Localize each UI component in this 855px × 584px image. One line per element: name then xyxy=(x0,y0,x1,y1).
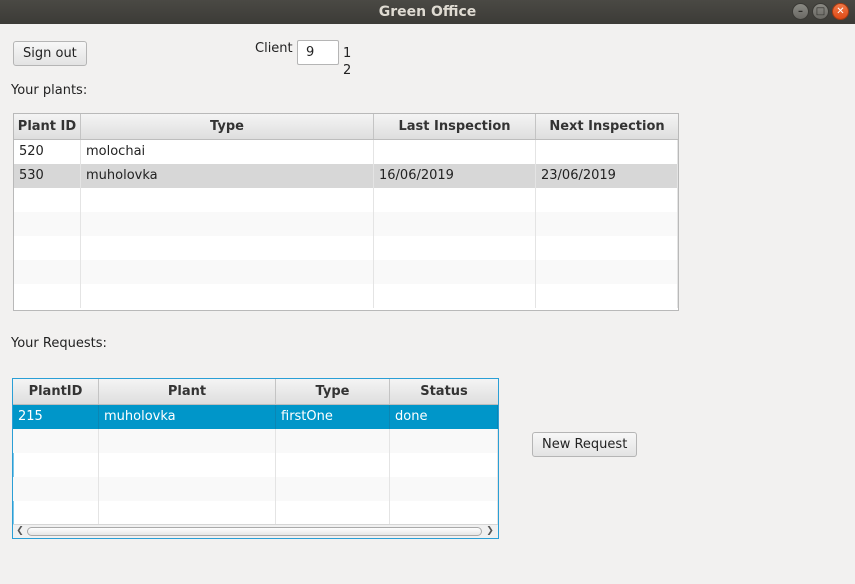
cell-last-inspection: 16/06/2019 xyxy=(374,164,536,188)
requests-table-body: 215 muholovka firstOne done xyxy=(13,405,498,525)
window-controls: – □ ✕ xyxy=(792,3,849,20)
window-titlebar: Green Office – □ ✕ xyxy=(0,0,855,24)
minimize-icon[interactable]: – xyxy=(792,3,809,20)
cell-plant-id: 530 xyxy=(14,164,81,188)
cell-type: molochai xyxy=(81,140,374,164)
maximize-icon[interactable]: □ xyxy=(812,3,829,20)
column-header-type[interactable]: Type xyxy=(276,379,390,404)
cell-status: done xyxy=(390,405,498,429)
column-header-last-inspection[interactable]: Last Inspection xyxy=(374,114,536,139)
empty-row xyxy=(14,236,678,260)
empty-row xyxy=(14,212,678,236)
window-title: Green Office xyxy=(378,4,477,20)
table-row-selected[interactable]: 215 muholovka firstOne done xyxy=(13,405,498,429)
cell-type: muholovka xyxy=(81,164,374,188)
cell-next-inspection xyxy=(536,140,678,164)
client-input[interactable]: 9 xyxy=(297,40,339,65)
new-request-button[interactable]: New Request xyxy=(532,432,638,457)
requests-table-header: PlantID Plant Type Status xyxy=(13,379,498,405)
column-header-status[interactable]: Status xyxy=(390,379,498,404)
requests-heading: Your Requests: xyxy=(11,336,107,351)
empty-row xyxy=(13,429,498,453)
empty-row xyxy=(13,501,498,525)
table-row[interactable]: 520 molochai xyxy=(14,140,678,164)
table-row-selected[interactable]: 530 muholovka 16/06/2019 23/06/2019 xyxy=(14,164,678,188)
plants-table-body: 520 molochai 530 muholovka 16/06/2019 23… xyxy=(14,140,678,308)
scroll-right-icon[interactable]: ❯ xyxy=(484,525,496,538)
cell-plant-id: 520 xyxy=(14,140,81,164)
cell-next-inspection: 23/06/2019 xyxy=(536,164,678,188)
client-label: Client xyxy=(255,41,293,56)
cell-plantid: 215 xyxy=(13,405,99,429)
column-header-next-inspection[interactable]: Next Inspection xyxy=(536,114,678,139)
empty-row xyxy=(14,284,678,308)
column-header-type[interactable]: Type xyxy=(81,114,374,139)
scrollbar-thumb[interactable] xyxy=(27,527,482,536)
client-option[interactable]: 2 xyxy=(343,62,351,79)
sign-out-button[interactable]: Sign out xyxy=(13,41,87,66)
cell-type: firstOne xyxy=(276,405,390,429)
close-icon[interactable]: ✕ xyxy=(832,3,849,20)
cell-plant: muholovka xyxy=(99,405,276,429)
horizontal-scrollbar[interactable]: ❮ ❯ xyxy=(13,524,498,538)
column-header-plantid[interactable]: PlantID xyxy=(13,379,99,404)
column-header-plant[interactable]: Plant xyxy=(99,379,276,404)
empty-row xyxy=(13,453,498,477)
plants-table-header: Plant ID Type Last Inspection Next Inspe… xyxy=(14,114,678,140)
empty-row xyxy=(14,260,678,284)
scroll-left-icon[interactable]: ❮ xyxy=(14,525,26,538)
empty-row xyxy=(13,477,498,501)
plants-table[interactable]: Plant ID Type Last Inspection Next Inspe… xyxy=(13,113,679,311)
empty-row xyxy=(14,188,678,212)
requests-table[interactable]: PlantID Plant Type Status 215 muholovka … xyxy=(12,378,499,539)
column-header-plant-id[interactable]: Plant ID xyxy=(14,114,81,139)
client-option[interactable]: 1 xyxy=(343,45,351,62)
plants-heading: Your plants: xyxy=(11,83,88,98)
cell-last-inspection xyxy=(374,140,536,164)
client-options-list: 1 2 xyxy=(343,45,351,79)
